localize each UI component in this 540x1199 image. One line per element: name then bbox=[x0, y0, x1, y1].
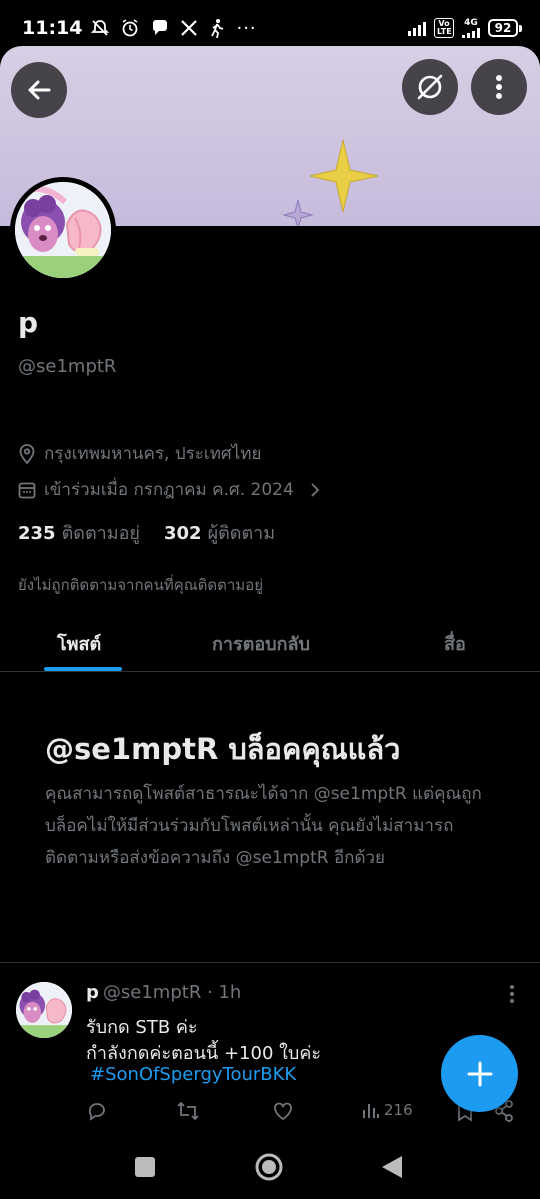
blocked-title: @se1mptR บล็อคคุณแล้ว bbox=[45, 732, 401, 766]
grok-button[interactable] bbox=[402, 59, 458, 115]
tab-replies[interactable]: การตอบกลับ bbox=[212, 629, 310, 658]
status-icons: ··· bbox=[90, 18, 256, 39]
more-options-button[interactable] bbox=[471, 59, 527, 115]
signal-icon bbox=[408, 20, 426, 36]
views-button[interactable]: 216 bbox=[362, 1100, 413, 1120]
back-nav-button[interactable] bbox=[380, 1154, 404, 1184]
purple-star-icon bbox=[282, 199, 314, 226]
heart-icon bbox=[274, 1102, 292, 1121]
walking-icon bbox=[211, 19, 224, 38]
views-icon bbox=[363, 1104, 379, 1118]
profile-name: p bbox=[18, 306, 39, 339]
tweet-avatar[interactable] bbox=[16, 982, 72, 1038]
network-indicator: 4G bbox=[462, 17, 480, 38]
profile-handle: @se1mptR bbox=[18, 356, 117, 377]
muted-notifications-icon bbox=[91, 20, 110, 36]
compose-button[interactable] bbox=[441, 1035, 518, 1112]
volte-badge: Vo LTE bbox=[434, 18, 454, 38]
triangle-back-icon bbox=[382, 1156, 402, 1178]
home-circle-icon bbox=[255, 1153, 283, 1181]
not-followed-note: ยังไม่ถูกติดตามจากคนที่คุณติดตามอยู่ bbox=[18, 576, 263, 594]
divider bbox=[0, 962, 540, 963]
network-label: 4G bbox=[464, 17, 478, 28]
recent-apps-button[interactable] bbox=[134, 1156, 156, 1182]
like-button[interactable] bbox=[272, 1100, 294, 1122]
more-dots-icon: ··· bbox=[236, 17, 257, 39]
square-icon bbox=[135, 1157, 155, 1177]
profile-avatar[interactable] bbox=[10, 177, 116, 283]
status-time: 11:14 bbox=[22, 17, 83, 39]
location-text: กรุงเทพมหานคร, ประเทศไทย bbox=[44, 444, 262, 464]
followers-count: 302 bbox=[163, 523, 202, 544]
tweet-more-icon[interactable] bbox=[506, 984, 518, 1004]
tweet-handle-time: @se1mptR · 1h bbox=[102, 982, 242, 1003]
tab-media[interactable]: สื่อ bbox=[444, 629, 466, 658]
system-nav-bar bbox=[0, 1136, 540, 1199]
repost-icon bbox=[177, 1101, 199, 1121]
grok-icon bbox=[417, 74, 443, 100]
arrow-left-icon bbox=[28, 80, 51, 100]
avatar-image bbox=[15, 182, 111, 278]
followers-link[interactable]: 302 ผู้ติดตาม bbox=[164, 518, 275, 547]
back-button[interactable] bbox=[11, 62, 67, 118]
profile-tabs: โพสต์ การตอบกลับ สื่อ bbox=[0, 610, 540, 672]
status-right: Vo LTE 4G 92 bbox=[408, 18, 522, 38]
tweet-hashtag[interactable]: #SonOfSpergyTourBKK bbox=[90, 1064, 296, 1085]
profile-location: กรุงเทพมหานคร, ประเทศไทย bbox=[18, 440, 261, 467]
following-link[interactable]: 235 ติดตามอยู่ bbox=[18, 518, 140, 547]
battery-level: 92 bbox=[488, 19, 518, 37]
plus-icon bbox=[467, 1061, 492, 1086]
following-label: ติดตามอยู่ bbox=[61, 523, 140, 544]
battery-icon: 92 bbox=[488, 19, 522, 37]
tweet-author-name[interactable]: p bbox=[86, 982, 99, 1003]
profile-joined[interactable]: เข้าร่วมเมื่อ กรกฎาคม ค.ศ. 2024 bbox=[18, 476, 322, 503]
follow-stats: 235 ติดตามอยู่ 302 ผู้ติดตาม bbox=[18, 518, 275, 547]
home-button[interactable] bbox=[254, 1152, 284, 1186]
signal-icon-2 bbox=[462, 27, 480, 38]
calendar-icon bbox=[18, 482, 36, 498]
reply-icon bbox=[88, 1103, 105, 1121]
tweet-text-line-1: รับกด STB ค่ะ bbox=[86, 1017, 198, 1038]
x-logo-icon bbox=[181, 20, 198, 36]
views-count: 216 bbox=[384, 1101, 413, 1119]
chevron-right-icon bbox=[311, 482, 320, 497]
repost-button[interactable] bbox=[176, 1100, 200, 1122]
joined-text: เข้าร่วมเมื่อ กรกฎาคม ค.ศ. 2024 bbox=[44, 480, 294, 500]
followers-label: ผู้ติดตาม bbox=[207, 523, 276, 544]
tab-posts[interactable]: โพสต์ bbox=[57, 629, 101, 658]
blocked-body: คุณสามารถดูโพสต์สาธารณะได้จาก @se1mptR แ… bbox=[45, 784, 482, 868]
chat-bubble-icon bbox=[153, 20, 168, 35]
reply-button[interactable] bbox=[86, 1100, 108, 1122]
active-tab-indicator bbox=[44, 667, 122, 671]
yellow-star-icon bbox=[309, 139, 379, 213]
following-count: 235 bbox=[18, 523, 56, 544]
location-pin-icon bbox=[19, 443, 35, 464]
vertical-dots-icon bbox=[496, 75, 502, 99]
tweet-avatar-image bbox=[16, 982, 72, 1038]
tweet-header: p @se1mptR · 1h bbox=[86, 982, 241, 1003]
alarm-icon bbox=[123, 19, 138, 37]
tweet-text-line-2: กำลังกดค่ะตอนนี้ +100 ใบค่ะ bbox=[86, 1043, 322, 1064]
